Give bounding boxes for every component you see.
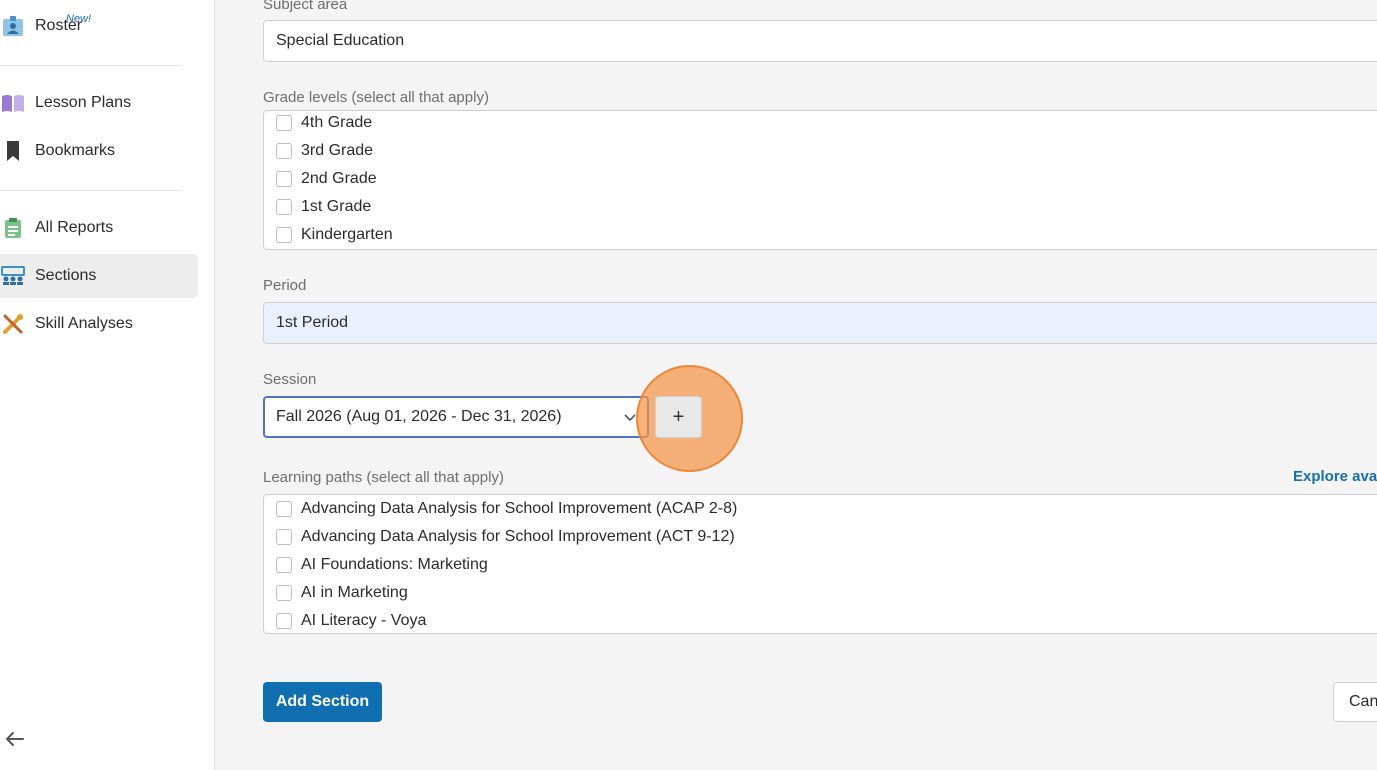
grade-option[interactable]: 2nd Grade bbox=[276, 168, 377, 190]
checkbox[interactable] bbox=[276, 115, 292, 131]
learning-paths-list: Advancing Data Analysis for School Impro… bbox=[263, 494, 1377, 634]
option-label: AI Literacy - Voya bbox=[301, 612, 427, 629]
new-badge: New! bbox=[66, 13, 92, 25]
grade-option[interactable]: 4th Grade bbox=[276, 112, 372, 134]
classroom-icon bbox=[1, 264, 25, 288]
sidebar-item-skill-analyses[interactable]: Skill Analyses bbox=[0, 302, 198, 346]
checkbox[interactable] bbox=[276, 171, 292, 187]
option-label: 3rd Grade bbox=[301, 142, 374, 159]
clipboard-icon bbox=[1, 216, 25, 240]
divider bbox=[0, 65, 182, 66]
sidebar-item-lesson-plans[interactable]: Lesson Plans bbox=[0, 81, 198, 125]
checkbox[interactable] bbox=[276, 613, 292, 629]
add-section-button[interactable]: Add Section bbox=[263, 682, 382, 722]
sidebar-item-label: All Reports bbox=[35, 219, 114, 236]
sidebar: Roster New! Lesson Plans Bookmarks All R… bbox=[0, 0, 215, 770]
learning-path-option[interactable]: Advancing Data Analysis for School Impro… bbox=[276, 498, 737, 520]
explore-link[interactable]: Explore avai bbox=[1293, 468, 1377, 485]
option-label: Advancing Data Analysis for School Impro… bbox=[301, 500, 738, 517]
option-label: Advancing Data Analysis for School Impro… bbox=[301, 528, 735, 545]
option-label: Kindergarten bbox=[301, 226, 393, 243]
learning-path-option[interactable]: Advancing Data Analysis for School Impro… bbox=[276, 526, 735, 548]
chevron-down-icon bbox=[623, 410, 637, 424]
period-label: Period bbox=[263, 277, 307, 294]
sidebar-item-bookmarks[interactable]: Bookmarks bbox=[0, 129, 198, 173]
session-value: Fall 2026 (Aug 01, 2026 - Dec 31, 2026) bbox=[276, 408, 562, 425]
sidebar-item-roster[interactable]: Roster New! bbox=[0, 4, 198, 48]
checkbox[interactable] bbox=[276, 143, 292, 159]
tools-icon bbox=[1, 312, 25, 336]
grade-levels-list: 4th Grade 3rd Grade 2nd Grade 1st Grade … bbox=[263, 110, 1377, 250]
grade-option[interactable]: Kindergarten bbox=[276, 224, 393, 246]
grade-levels-label: Grade levels (select all that apply) bbox=[263, 89, 489, 106]
sidebar-item-label: Skill Analyses bbox=[35, 315, 133, 332]
option-label: 2nd Grade bbox=[301, 170, 377, 187]
checkbox[interactable] bbox=[276, 199, 292, 215]
collapse-sidebar-button[interactable] bbox=[2, 730, 26, 752]
grade-option[interactable]: 1st Grade bbox=[276, 196, 371, 218]
roster-icon bbox=[1, 14, 25, 38]
learning-path-option[interactable]: AI Foundations: Marketing bbox=[276, 554, 488, 576]
add-session-button[interactable]: + bbox=[655, 396, 702, 438]
sidebar-item-label: Sections bbox=[35, 267, 97, 284]
grade-option[interactable]: 3rd Grade bbox=[276, 140, 373, 162]
subject-area-input[interactable]: Special Education bbox=[263, 20, 1377, 62]
session-label: Session bbox=[263, 371, 317, 388]
option-label: 4th Grade bbox=[301, 114, 373, 131]
checkbox[interactable] bbox=[276, 529, 292, 545]
checkbox[interactable] bbox=[276, 557, 292, 573]
session-select[interactable]: Fall 2026 (Aug 01, 2026 - Dec 31, 2026) bbox=[263, 396, 649, 438]
subject-area-label: Subject area bbox=[263, 0, 348, 13]
period-input[interactable]: 1st Period bbox=[263, 302, 1377, 344]
book-icon bbox=[1, 91, 25, 115]
option-label: AI Foundations: Marketing bbox=[301, 556, 488, 573]
learning-path-option[interactable]: AI Literacy - Voya bbox=[276, 610, 426, 632]
option-label: 1st Grade bbox=[301, 198, 372, 215]
bookmark-icon bbox=[1, 139, 25, 163]
main-content: Subject area Special Education Grade lev… bbox=[215, 0, 1377, 770]
checkbox[interactable] bbox=[276, 501, 292, 517]
sidebar-item-all-reports[interactable]: All Reports bbox=[0, 206, 198, 250]
cancel-button[interactable]: Can bbox=[1333, 682, 1377, 722]
sidebar-item-sections[interactable]: Sections bbox=[0, 254, 198, 298]
checkbox[interactable] bbox=[276, 585, 292, 601]
option-label: AI in Marketing bbox=[301, 584, 408, 601]
learning-path-option[interactable]: AI in Marketing bbox=[276, 582, 408, 604]
sidebar-item-label: Bookmarks bbox=[35, 142, 116, 159]
learning-paths-label: Learning paths (select all that apply) bbox=[263, 469, 504, 486]
sidebar-item-label: Lesson Plans bbox=[35, 94, 132, 111]
arrow-left-icon bbox=[4, 731, 24, 752]
divider bbox=[0, 190, 182, 191]
checkbox[interactable] bbox=[276, 227, 292, 243]
